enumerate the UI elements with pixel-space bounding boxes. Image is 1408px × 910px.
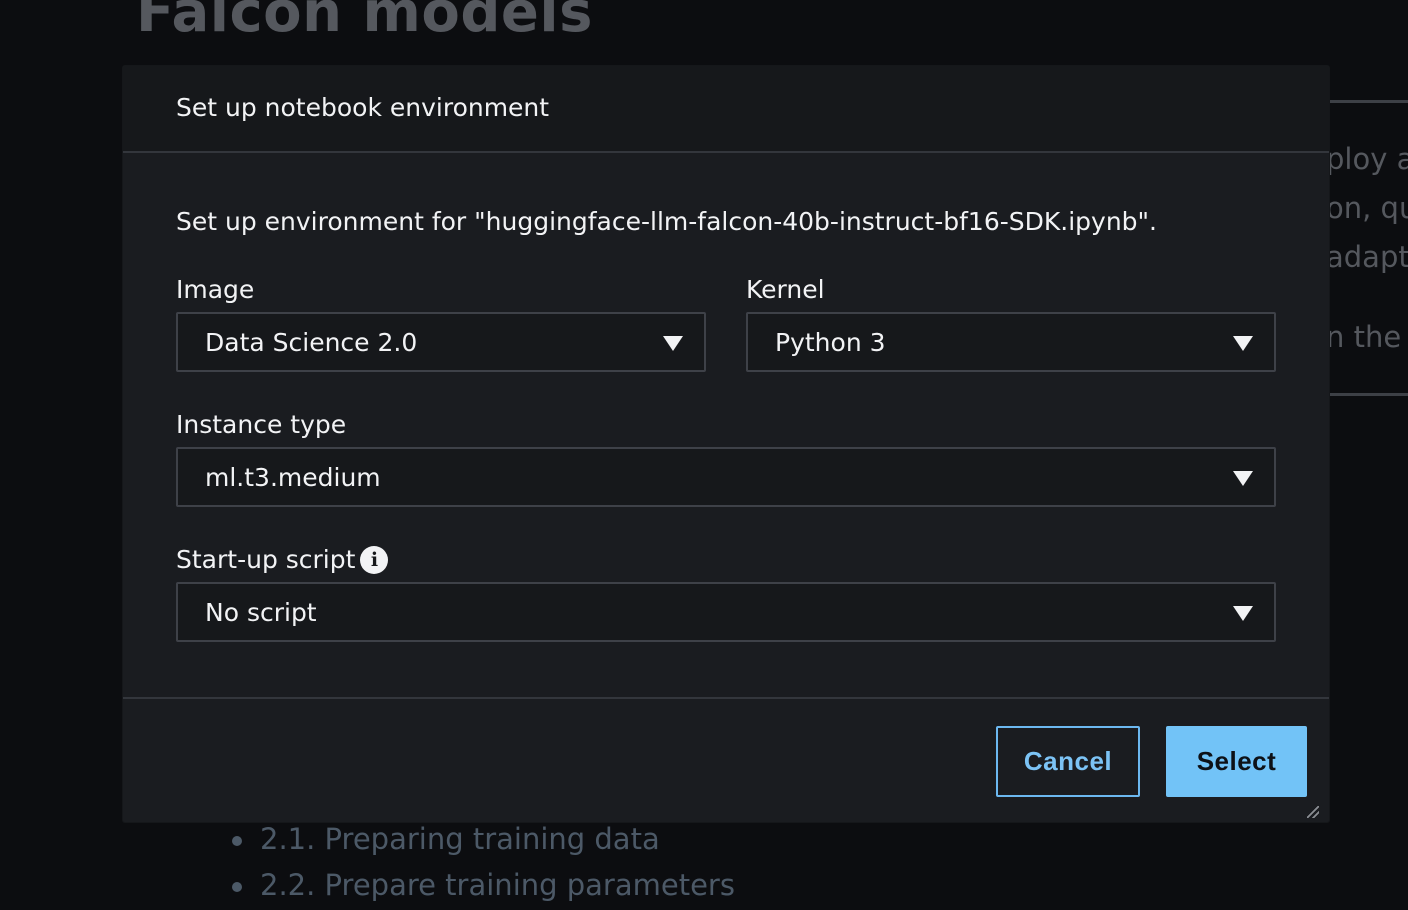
caret-down-icon	[1233, 336, 1253, 351]
bg-text-fragment: ploy a	[1326, 142, 1408, 176]
dialog-body: Set up environment for "huggingface-llm-…	[123, 153, 1329, 697]
startup-script-select[interactable]: No script	[176, 582, 1276, 642]
dialog-description: Set up environment for "huggingface-llm-…	[176, 207, 1157, 236]
toc-list: 2.1. Preparing training data 2.2. Prepar…	[230, 818, 735, 910]
notebook-environment-dialog: Set up notebook environment Set up envir…	[123, 66, 1329, 822]
info-icon[interactable]: i	[360, 545, 389, 574]
page-title: Falcon models	[136, 0, 593, 45]
divider	[1330, 393, 1408, 396]
kernel-select[interactable]: Python 3	[746, 312, 1276, 372]
resize-handle-icon[interactable]	[1307, 806, 1319, 818]
bg-text-fragment: adapti	[1326, 240, 1408, 274]
image-label: Image	[176, 275, 255, 304]
caret-down-icon	[663, 336, 683, 351]
kernel-select-value: Python 3	[775, 327, 886, 357]
instance-type-select[interactable]: ml.t3.medium	[176, 447, 1276, 507]
image-select[interactable]: Data Science 2.0	[176, 312, 706, 372]
toc-item[interactable]: 2.2. Prepare training parameters	[230, 864, 735, 910]
toc-item[interactable]: 2.1. Preparing training data	[230, 818, 735, 864]
dialog-header: Set up notebook environment	[123, 66, 1329, 153]
startup-script-select-value: No script	[205, 597, 317, 627]
startup-script-label-text: Start-up script	[176, 545, 356, 574]
dialog-title: Set up notebook environment	[176, 93, 550, 122]
instance-type-select-value: ml.t3.medium	[205, 462, 381, 492]
kernel-label: Kernel	[746, 275, 825, 304]
caret-down-icon	[1233, 606, 1253, 621]
caret-down-icon	[1233, 471, 1253, 486]
startup-script-label: Start-up script i	[176, 545, 389, 574]
dialog-footer: Cancel Select	[123, 697, 1329, 822]
instance-type-label: Instance type	[176, 410, 347, 439]
image-select-value: Data Science 2.0	[205, 327, 418, 357]
select-button[interactable]: Select	[1166, 726, 1307, 797]
divider	[1330, 100, 1408, 103]
cancel-button[interactable]: Cancel	[996, 726, 1140, 797]
bg-text-fragment: on, qu	[1326, 191, 1408, 225]
bg-text-fragment: n the	[1326, 320, 1402, 354]
